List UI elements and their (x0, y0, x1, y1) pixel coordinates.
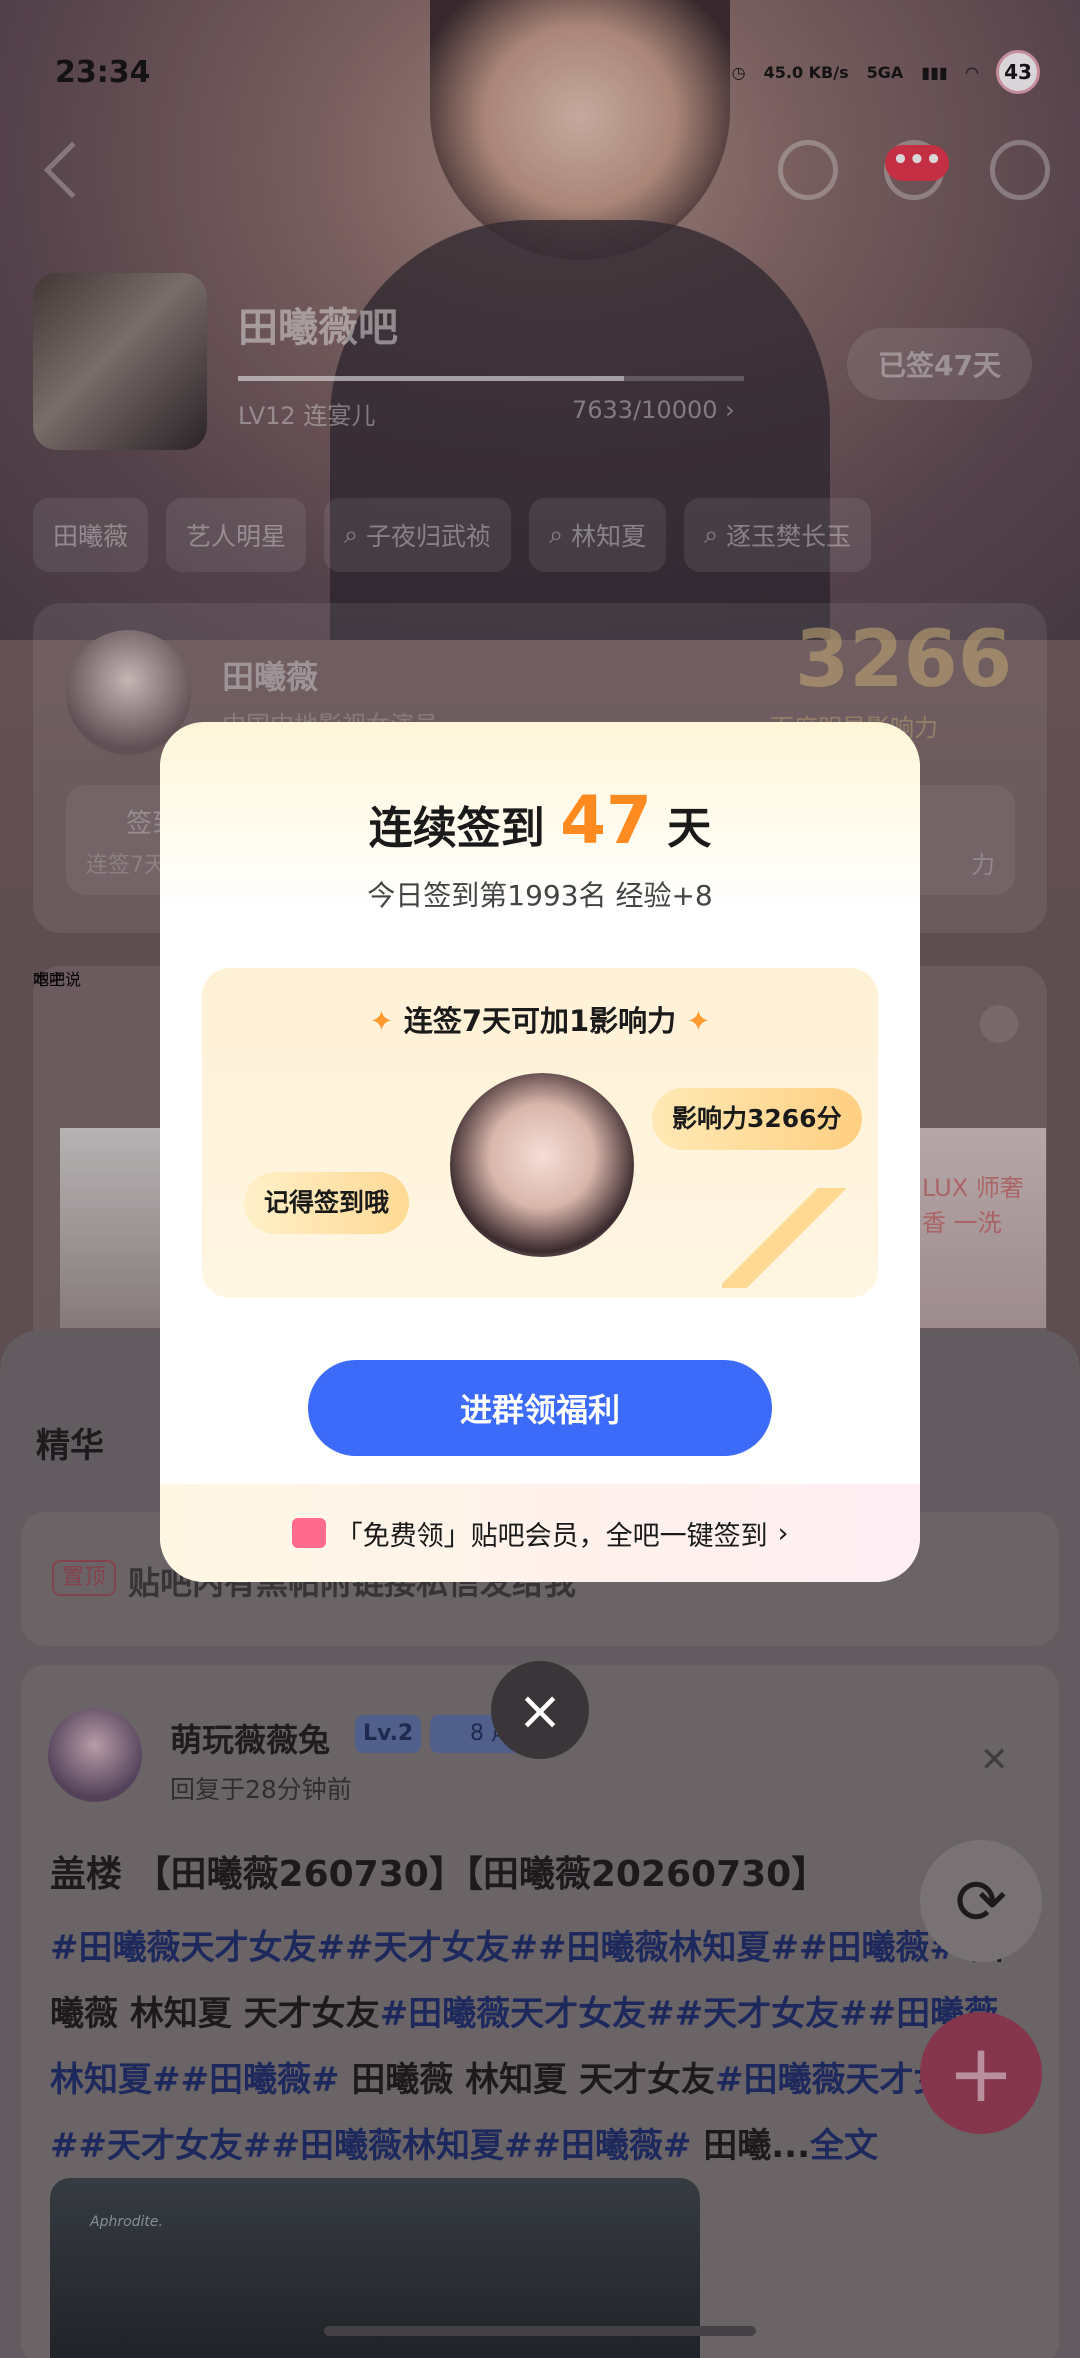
forum-page: 23:34 ◷ 45.0 KB/s 5GA ▮▮▮ ◠ 43 ••• 田曦薇吧 … (0, 0, 1080, 2358)
reward-card-title: ✦ 连签7天可加1影响力 ✦ (369, 1004, 711, 1038)
modal-subtitle: 今日签到第1993名 经验+8 (367, 879, 713, 912)
arrow-up-icon (722, 1188, 862, 1288)
influence-bubble: 影响力3266分 (652, 1088, 862, 1150)
reward-card: ✦ 连签7天可加1影响力 ✦ 影响力3266分 记得签到哦 (202, 968, 878, 1298)
close-icon: × (517, 1678, 563, 1742)
join-group-button[interactable]: 进群领福利 (308, 1360, 772, 1456)
chevron-right-icon: › (777, 1517, 789, 1549)
star-portrait (450, 1073, 634, 1257)
signin-modal: 连续签到 47 天 今日签到第1993名 经验+8 ✦ 连签7天可加1影响力 ✦… (160, 722, 920, 1582)
streak-days: 47 (560, 782, 652, 859)
vip-promo-link[interactable]: 「免费领」贴吧会员，全吧一键签到 › (160, 1484, 920, 1582)
sparkle-icon: ✦ (369, 1004, 394, 1038)
close-modal-button[interactable]: × (491, 1661, 589, 1759)
reminder-bubble: 记得签到哦 (244, 1172, 410, 1234)
modal-title: 连续签到 47 天 (368, 782, 712, 859)
sparkle-icon: ✦ (686, 1004, 711, 1038)
gift-icon (291, 1518, 326, 1548)
